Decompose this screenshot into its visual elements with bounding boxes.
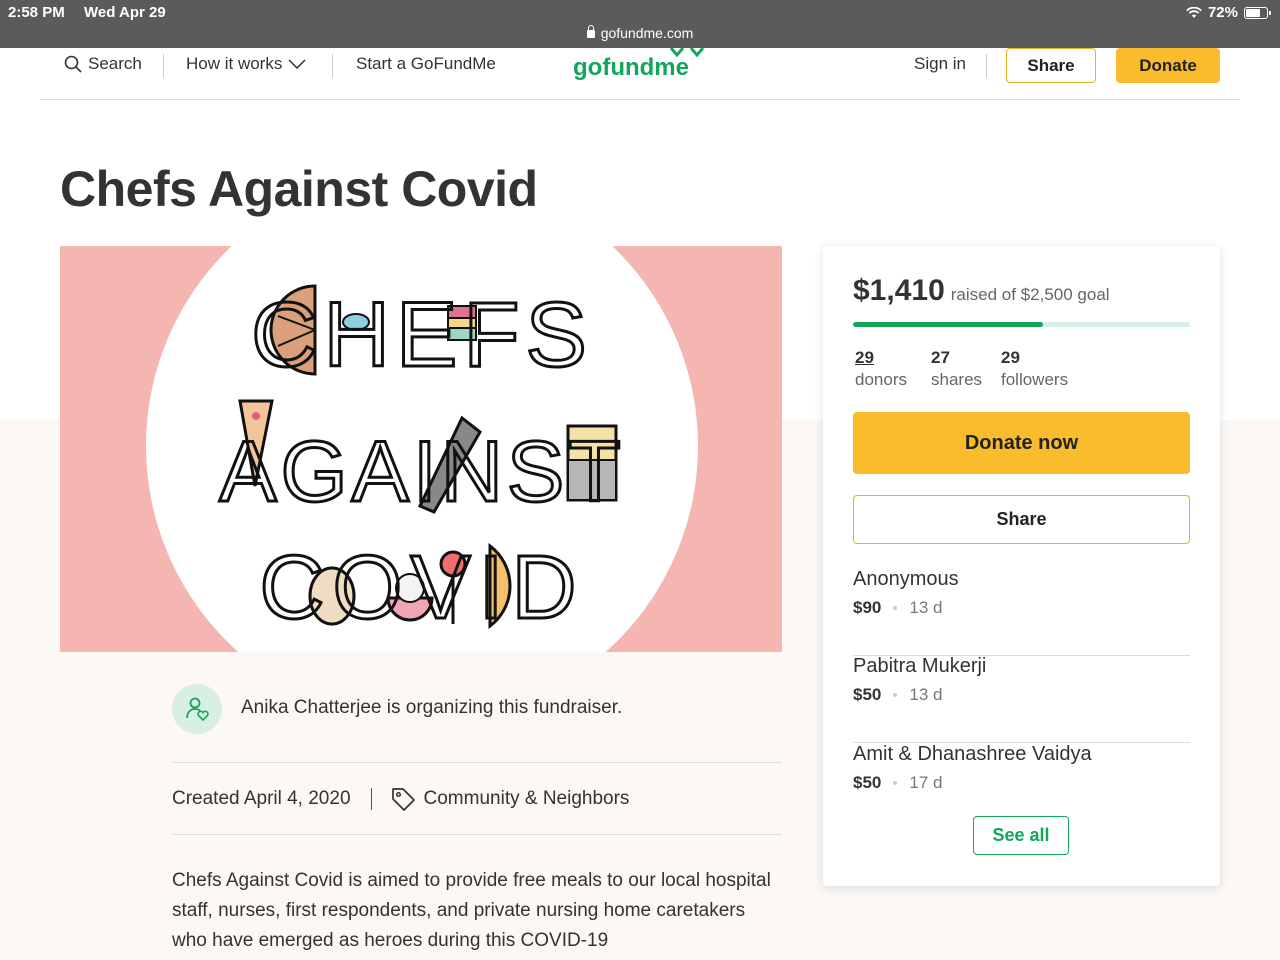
progress-fill [853,322,1044,327]
stat-donors-label: donors [855,370,907,389]
nav-start-label: Start a GoFundMe [356,54,496,73]
created-date: Created April 4, 2020 [172,788,351,809]
raised-amount: $1,410 [853,274,945,307]
status-time: 2:58 PM [8,4,65,21]
donor-item: Pabitra Mukerji $50 13 d [853,655,1190,743]
donor-item: Amit & Dhanashree Vaidya $50 17 d [853,743,1190,803]
raised-goal: raised of $2,500 goal [950,285,1110,304]
stat-donors[interactable]: 29 donors [855,348,907,390]
battery-percent: 72% [1207,4,1238,21]
address-bar[interactable]: gofundme.com [0,25,1280,41]
donor-amount: $90 [853,598,882,617]
header-share-button[interactable]: Share [1006,48,1096,83]
donor-info: $90 13 d [853,598,942,618]
progress-bar [853,322,1190,327]
nav-how-it-works-label: How it works [186,54,283,73]
donor-name: Amit & Dhanashree Vaidya [853,743,1092,765]
gofundme-logo[interactable]: gofundme [573,47,713,88]
category-link[interactable]: Community & Neighbors [424,788,630,810]
donor-name: Anonymous [853,568,959,590]
nav-sign-in-label: Sign in [914,54,966,73]
donor-amount: $50 [853,685,882,704]
meta-separator [370,788,372,810]
organizer-info: Anika Chatterjee is organizing this fund… [172,682,782,762]
campaign-story: Chefs Against Covid is aimed to provide … [172,870,771,951]
donor-info: $50 17 d [853,773,942,793]
donor-info: $50 13 d [853,685,942,705]
campaign-title: Chefs Against Covid [60,161,538,217]
nav-divider [163,54,164,78]
stat-donors-count: 29 [855,348,874,367]
nav-sign-in[interactable]: Sign in [914,54,966,74]
donor-age: 17 d [909,773,943,792]
lock-icon [586,25,595,38]
section-divider [172,762,782,763]
raised-summary: $1,410 raised of $2,500 goal [853,274,1110,308]
nav-search[interactable]: Search [64,54,142,74]
chevron-down-icon [288,59,306,69]
hero-illustration: CHEFS AGAINST COVID [146,246,698,652]
nav-how-it-works[interactable]: How it works [186,54,306,74]
nav-divider [986,54,987,78]
donate-now-button[interactable]: Donate now [853,412,1190,474]
stat-followers: 29 followers [1001,348,1068,390]
nav-start-gofundme[interactable]: Start a GoFundMe [356,54,496,74]
campaign-hero-image: CHEFS AGAINST COVID [60,246,782,652]
logo-text: gofundme [573,54,689,81]
donor-age: 13 d [909,685,943,704]
section-divider [172,834,782,835]
address-url: gofundme.com [600,25,694,41]
wifi-icon [1186,6,1202,18]
donor-age: 13 d [909,598,943,617]
hero-text-line-3: COVID [259,538,584,638]
search-icon [64,55,82,73]
organizer-avatar [172,684,222,734]
stat-shares-count: 27 [931,348,950,367]
nav-divider [332,54,333,78]
battery-icon [1244,6,1271,19]
tag-icon [391,788,415,811]
stat-followers-label: followers [1001,370,1069,389]
header-donate-button[interactable]: Donate [1116,48,1220,83]
hero-text-line-2: AGAINST [219,424,625,520]
organizer-text: Anika Chatterjee is organizing this fund… [241,697,623,718]
donation-card: $1,410 raised of $2,500 goal 29 donors 2… [823,246,1220,886]
dot-separator [893,693,898,697]
donor-amount: $50 [853,773,882,792]
hero-text-line-1: CHEFS [251,284,593,386]
dot-separator [893,781,898,785]
site-header: Search How it works Start a GoFundMe gof… [40,47,1240,100]
see-all-button[interactable]: See all [973,816,1069,855]
donor-name: Pabitra Mukerji [853,655,987,677]
stat-shares: 27 shares [931,348,982,390]
stat-shares-label: shares [931,370,983,389]
dot-separator [893,606,898,610]
campaign-meta: Created April 4, 2020 Community & Neighb… [172,786,629,812]
share-button[interactable]: Share [853,495,1190,544]
nav-search-label: Search [88,54,142,73]
status-right: 72% [1186,4,1271,21]
status-bar: 2:58 PM Wed Apr 29 gofundme.com 72% [0,0,1280,48]
status-date: Wed Apr 29 [84,4,166,21]
stat-followers-count: 29 [1001,348,1020,367]
donor-item: Anonymous $90 13 d [853,568,1190,656]
user-heart-icon [186,697,209,722]
